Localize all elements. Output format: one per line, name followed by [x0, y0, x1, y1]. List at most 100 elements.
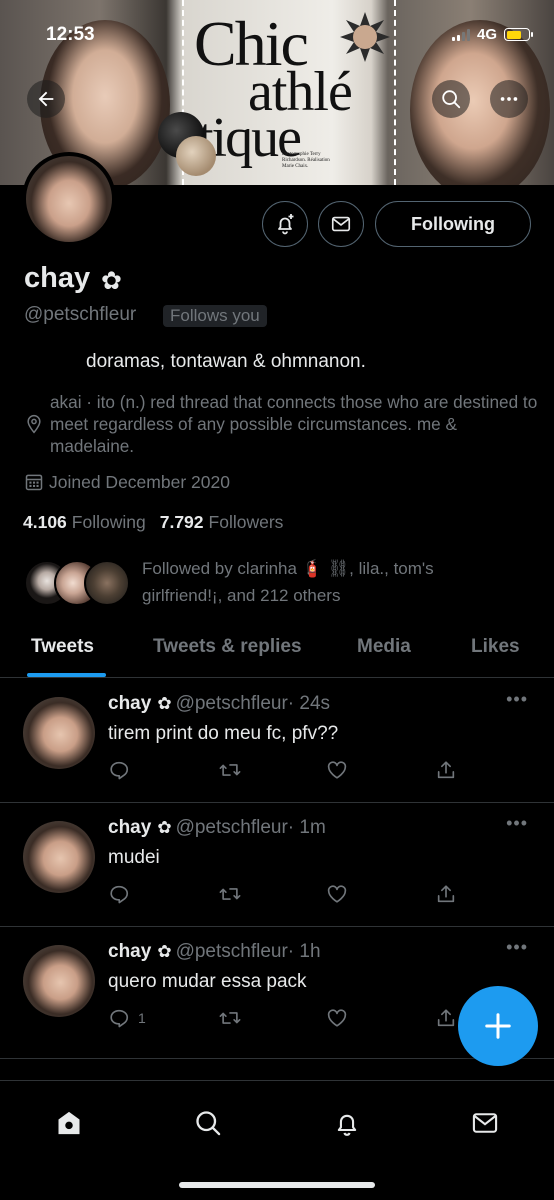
tweet[interactable]: chay ✿ @petschfleur· 1m ••• mudei	[0, 803, 554, 927]
tweet-author-emoji: ✿	[157, 818, 172, 837]
notifications-subscribe-button[interactable]	[262, 201, 308, 247]
more-icon	[500, 97, 518, 101]
followed-by-text[interactable]: Followed by clarinha 🧯 ⛓, lila., tom's g…	[142, 555, 492, 609]
message-button[interactable]	[318, 201, 364, 247]
followers-label: Followers	[208, 512, 284, 532]
followers-count: 7.792	[159, 512, 204, 532]
tweet[interactable]: chay ✿ @petschfleur· 24s ••• tirem print d…	[0, 679, 554, 803]
calendar-icon	[25, 474, 43, 491]
tweet-timestamp: · 1m	[287, 817, 326, 838]
following-button[interactable]: Following	[375, 201, 531, 247]
magazine-credit: Photographie Terry Richardson. Réalisati…	[282, 152, 330, 169]
retweet-button[interactable]	[218, 759, 242, 781]
tab-tweets[interactable]: Tweets	[31, 636, 94, 658]
share-button[interactable]	[435, 883, 457, 905]
like-icon	[327, 1009, 347, 1027]
reply-icon	[110, 1009, 129, 1028]
tweet-text: quero mudar essa pack	[108, 971, 307, 992]
tweet-header: chay ✿ @petschfleur· 24s	[108, 693, 330, 715]
retweet-icon	[219, 764, 241, 776]
search-icon	[442, 90, 461, 109]
banner-magazine-title: Chic athlé tique	[194, 11, 353, 166]
nav-notifications[interactable]	[327, 1103, 367, 1143]
profile-name-emoji: ✿	[101, 267, 122, 295]
tweet-author-handle: @petschfleur	[175, 693, 288, 714]
tweet-timestamp: · 24s	[287, 693, 331, 714]
profile-tabs: Tweets Tweets & replies Media Likes	[0, 628, 554, 678]
retweet-button[interactable]	[218, 1007, 242, 1029]
compose-icon	[485, 1013, 511, 1039]
profile-name: chay	[24, 262, 91, 294]
banner-button-tan	[176, 136, 216, 176]
signal-icon	[451, 28, 470, 41]
like-button[interactable]	[326, 883, 348, 905]
tab-tweets-replies[interactable]: Tweets & replies	[153, 636, 302, 658]
nav-home[interactable]	[49, 1103, 89, 1143]
tweet-timestamp: · 1h	[287, 941, 321, 962]
like-icon	[327, 761, 347, 779]
reply-button[interactable]	[108, 759, 138, 781]
tweet-author-name: chay	[108, 693, 152, 714]
follow-stats: 4.106 Following 7.792 Followers	[23, 512, 283, 533]
tweet-more-button[interactable]: •••	[506, 813, 528, 834]
reply-count: 1	[138, 1010, 146, 1026]
network-type: 4G	[476, 26, 497, 43]
following-stat[interactable]: 4.106 Following	[23, 512, 146, 533]
search-icon	[196, 1111, 221, 1136]
home-icon	[58, 1111, 80, 1135]
share-button[interactable]	[435, 759, 457, 781]
profile-handle: @petschfleur	[24, 304, 137, 325]
tweet-avatar[interactable]	[23, 945, 95, 1017]
following-count: 4.106	[23, 512, 67, 532]
tab-likes[interactable]: Likes	[471, 636, 520, 658]
nav-search[interactable]	[188, 1103, 228, 1143]
active-tab-indicator	[27, 673, 106, 677]
retweet-icon	[219, 1012, 241, 1024]
share-icon	[437, 1009, 455, 1027]
reply-button[interactable]: 1	[108, 1007, 146, 1029]
more-button[interactable]	[490, 80, 528, 118]
nav-messages[interactable]	[465, 1103, 505, 1143]
profile-avatar[interactable]	[22, 152, 116, 246]
messages-icon	[472, 1113, 498, 1133]
tab-media[interactable]: Media	[357, 636, 411, 658]
compose-tweet-button[interactable]	[458, 986, 538, 1066]
back-arrow-icon	[38, 91, 54, 107]
tweet-author-name: chay	[108, 817, 152, 838]
tweet-author-handle: @petschfleur	[175, 817, 288, 838]
retweet-icon	[219, 888, 241, 900]
profile-location: akai · ito (n.) red thread that connects…	[50, 392, 538, 456]
back-button[interactable]	[27, 80, 65, 118]
tweet-more-button[interactable]: •••	[506, 689, 528, 710]
profile-bio: doramas, tontawan & ohmnanon.	[86, 351, 366, 372]
following-label: Following	[71, 512, 146, 532]
notifications-icon	[337, 1114, 357, 1136]
joined-date: Joined December 2020	[49, 472, 230, 492]
tweet-header: chay ✿ @petschfleur· 1m	[108, 817, 326, 839]
status-indicators: 4G	[451, 26, 533, 43]
status-time: 12:53	[46, 24, 95, 45]
like-button[interactable]	[326, 759, 348, 781]
banner-dashed-line	[394, 0, 396, 185]
like-button[interactable]	[326, 1007, 348, 1029]
followers-stat[interactable]: 7.792 Followers	[160, 512, 284, 533]
banner-photo-right	[410, 20, 550, 185]
mutual-followers-avatars[interactable]	[24, 560, 134, 606]
tweet-avatar[interactable]	[23, 697, 95, 769]
reply-button[interactable]	[108, 883, 138, 905]
tweet-author-emoji: ✿	[157, 942, 172, 961]
bell-plus-icon	[278, 214, 294, 235]
tweet-author-handle: @petschfleur	[175, 941, 288, 962]
tweet-author-name: chay	[108, 941, 152, 962]
tweet-avatar[interactable]	[23, 821, 95, 893]
share-button[interactable]	[435, 1007, 457, 1029]
retweet-button[interactable]	[218, 883, 242, 905]
search-button[interactable]	[432, 80, 470, 118]
reply-icon	[110, 885, 129, 904]
mail-icon	[331, 216, 351, 232]
tweet-author-emoji: ✿	[157, 694, 172, 713]
tweet-actions: 1	[108, 1007, 458, 1031]
like-icon	[327, 885, 347, 903]
tweet-more-button[interactable]: •••	[506, 937, 528, 958]
share-icon	[437, 761, 455, 779]
